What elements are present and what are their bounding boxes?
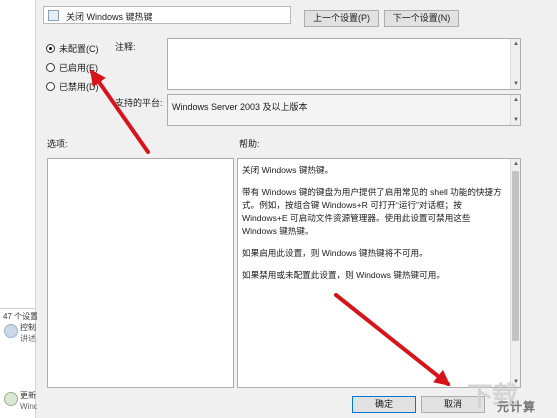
radio-indicator[interactable] bbox=[46, 82, 55, 91]
comment-textarea[interactable]: ▲ ▼ bbox=[167, 38, 521, 90]
radio-enabled[interactable]: 已启用(E) bbox=[46, 61, 98, 74]
control-icon bbox=[4, 324, 18, 338]
help-panel: 关闭 Windows 键热键。 带有 Windows 键的键盘为用户提供了启用常… bbox=[237, 158, 521, 388]
radio-indicator[interactable] bbox=[46, 44, 55, 53]
ok-button[interactable]: 确定 bbox=[352, 396, 416, 413]
watermark-logo: 下载 元计算 bbox=[459, 376, 551, 416]
help-text: 关闭 Windows 键热键。 带有 Windows 键的键盘为用户提供了启用常… bbox=[242, 164, 504, 291]
radio-label: 未配置(C) bbox=[59, 44, 99, 54]
setting-title: 关闭 Windows 键热键 bbox=[66, 12, 153, 22]
platform-label: 支持的平台: bbox=[115, 98, 163, 108]
platform-scrollbar[interactable]: ▲ ▼ bbox=[510, 95, 520, 125]
policy-setting-icon bbox=[48, 10, 59, 21]
next-setting-button[interactable]: 下一个设置(N) bbox=[384, 10, 459, 27]
radio-label: 已启用(E) bbox=[59, 63, 98, 73]
background-divider bbox=[0, 308, 36, 309]
scroll-up-icon[interactable]: ▲ bbox=[511, 39, 521, 49]
help-paragraph: 如果启用此设置，则 Windows 键热键将不可用。 bbox=[242, 248, 428, 258]
options-label: 选项: bbox=[47, 139, 68, 149]
scroll-up-icon[interactable]: ▲ bbox=[511, 95, 521, 105]
setting-title-field: 关闭 Windows 键热键 bbox=[43, 6, 291, 24]
help-scrollbar-thumb[interactable] bbox=[512, 171, 519, 341]
platform-value: Windows Server 2003 及以上版本 bbox=[172, 102, 308, 112]
help-paragraph: 带有 Windows 键的键盘为用户提供了启用常见的 shell 功能的快捷方式… bbox=[242, 187, 502, 236]
background-item-update-sub: Wind bbox=[20, 402, 39, 411]
radio-disabled[interactable]: 已禁用(D) bbox=[46, 80, 99, 93]
previous-setting-button[interactable]: 上一个设置(P) bbox=[304, 10, 379, 27]
policy-setting-dialog: 关闭 Windows 键热键 上一个设置(P) 下一个设置(N) 未配置(C) … bbox=[37, 0, 557, 418]
scroll-down-icon[interactable]: ▼ bbox=[511, 115, 521, 125]
radio-label: 已禁用(D) bbox=[59, 82, 99, 92]
comment-scrollbar[interactable]: ▲ ▼ bbox=[510, 39, 520, 89]
background-item-update[interactable]: 更新 bbox=[20, 390, 36, 401]
background-item-control[interactable]: 控制 bbox=[20, 322, 36, 333]
scroll-up-icon[interactable]: ▲ bbox=[511, 159, 521, 169]
options-panel bbox=[47, 158, 234, 388]
watermark-small-text: 元计算 bbox=[497, 400, 537, 414]
background-window-strip: 47 个设置 控制 讲述人 更新 Wind bbox=[0, 0, 44, 418]
update-icon bbox=[4, 392, 18, 406]
comment-label: 注释: bbox=[115, 42, 136, 52]
background-setting-count: 47 个设置 bbox=[3, 312, 39, 321]
radio-not-configured[interactable]: 未配置(C) bbox=[46, 42, 99, 55]
scroll-down-icon[interactable]: ▼ bbox=[511, 79, 521, 89]
help-paragraph: 如果禁用或未配置此设置，则 Windows 键热键可用。 bbox=[242, 270, 445, 280]
radio-indicator[interactable] bbox=[46, 63, 55, 72]
help-scrollbar[interactable]: ▲ ▼ bbox=[510, 159, 520, 387]
platform-field: Windows Server 2003 及以上版本 ▲ ▼ bbox=[167, 94, 521, 126]
help-label: 帮助: bbox=[239, 139, 260, 149]
help-paragraph: 关闭 Windows 键热键。 bbox=[242, 165, 334, 175]
